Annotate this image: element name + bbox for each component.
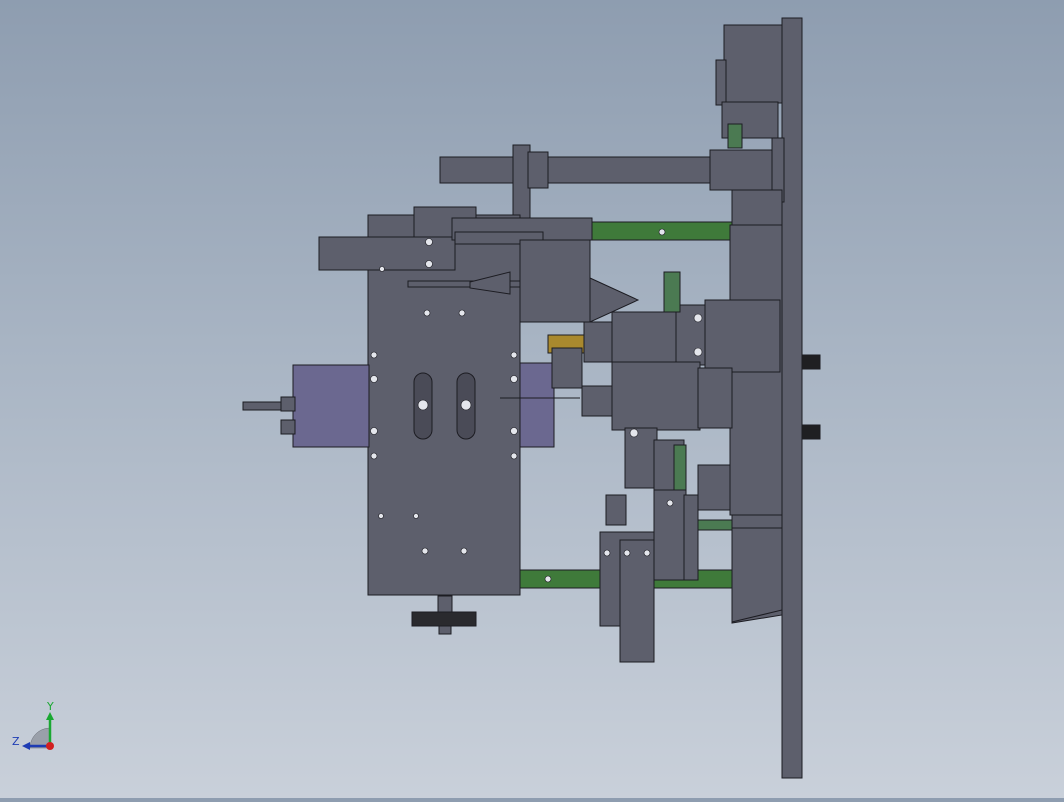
hole bbox=[510, 351, 518, 359]
hole bbox=[425, 238, 433, 246]
hole bbox=[460, 399, 472, 411]
hole bbox=[693, 313, 703, 323]
mech-block-12 bbox=[697, 464, 731, 511]
hole bbox=[423, 309, 431, 317]
mech-block-9 bbox=[581, 385, 613, 417]
housing-top-bar bbox=[318, 236, 456, 271]
hole bbox=[370, 375, 378, 383]
motor-stub-upper bbox=[280, 396, 296, 412]
mech-block-1 bbox=[519, 239, 591, 323]
terminal-lower bbox=[801, 424, 821, 440]
mech-block-7 bbox=[611, 361, 701, 431]
hole bbox=[603, 549, 611, 557]
y-axis-label: Y bbox=[47, 700, 54, 713]
mech-gear-rack bbox=[663, 271, 681, 313]
hole bbox=[643, 549, 651, 557]
hole bbox=[370, 452, 378, 460]
terminal-upper bbox=[801, 354, 821, 370]
mech-block-17 bbox=[619, 539, 655, 663]
mounting-plate bbox=[781, 17, 803, 779]
cad-viewport[interactable]: Y Z bbox=[0, 0, 1064, 798]
mech-block-6 bbox=[704, 299, 781, 373]
mech-gear-lower bbox=[673, 444, 687, 496]
hole bbox=[629, 428, 639, 438]
hole bbox=[693, 347, 703, 357]
coupling-collar bbox=[727, 123, 743, 149]
knob-stem bbox=[437, 595, 453, 613]
hole bbox=[417, 399, 429, 411]
mech-block-8 bbox=[697, 367, 733, 429]
x-axis-dot bbox=[46, 742, 54, 750]
knob-tip bbox=[438, 625, 452, 635]
hole bbox=[421, 547, 429, 555]
motor-stub-lower bbox=[280, 419, 296, 435]
hole bbox=[510, 427, 518, 435]
hole bbox=[623, 549, 631, 557]
hole bbox=[379, 266, 385, 272]
hole bbox=[666, 499, 674, 507]
assembly-drawing bbox=[22, 17, 821, 779]
shaft-clamp-nut bbox=[527, 151, 549, 189]
upper-bracket-block bbox=[723, 24, 783, 104]
motor-body bbox=[292, 364, 370, 448]
shaft-clamp bbox=[512, 144, 531, 221]
y-axis-head bbox=[46, 712, 54, 720]
hole bbox=[510, 452, 518, 460]
hole bbox=[425, 260, 433, 268]
upper-bracket-lip bbox=[715, 59, 727, 106]
z-axis-label: Z bbox=[12, 735, 20, 748]
mech-block-18 bbox=[683, 494, 699, 581]
hole bbox=[378, 513, 384, 519]
z-axis-head bbox=[22, 742, 30, 750]
top-shaft bbox=[439, 156, 713, 184]
knurled-knob bbox=[411, 611, 477, 627]
main-housing bbox=[367, 214, 521, 596]
hole bbox=[460, 547, 468, 555]
mech-block-13 bbox=[605, 494, 627, 526]
hole bbox=[510, 375, 518, 383]
hole bbox=[370, 351, 378, 359]
hole bbox=[413, 513, 419, 519]
mech-block-10 bbox=[624, 427, 658, 489]
hole bbox=[370, 427, 378, 435]
mech-block-4 bbox=[611, 311, 677, 363]
hole bbox=[658, 228, 666, 236]
mech-block-2 bbox=[551, 347, 583, 389]
hole bbox=[458, 309, 466, 317]
shaft-collar bbox=[709, 149, 775, 191]
side-block-lower bbox=[731, 527, 783, 623]
coordinate-triad bbox=[22, 712, 54, 750]
motor-rear bbox=[519, 362, 555, 448]
hole bbox=[544, 575, 552, 583]
